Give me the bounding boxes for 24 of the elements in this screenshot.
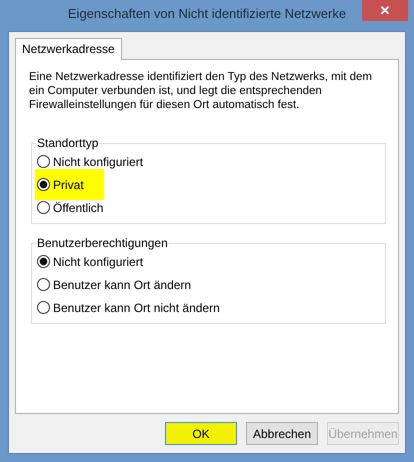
radio-label: Nicht konfiguriert	[53, 254, 144, 268]
radio-label: Privat	[53, 178, 84, 192]
radio-button[interactable]	[37, 178, 50, 191]
close-button[interactable]: ✕	[362, 0, 408, 21]
window-title: Eigenschaften von Nicht identifizierte Netzwerke	[68, 6, 346, 21]
dialog-button[interactable]: Abbrechen	[246, 422, 318, 445]
radio-button[interactable]	[37, 255, 50, 268]
radio-option[interactable]: Privat	[35, 169, 104, 200]
group-title: Benutzerberechtigungen	[36, 236, 169, 250]
radio-option[interactable]: Benutzer kann Ort ändern	[35, 273, 212, 296]
radio-label: Nicht konfiguriert	[53, 154, 144, 168]
group-title: Standorttyp	[36, 136, 100, 150]
tab[interactable]: Netzwerkadresse	[15, 38, 122, 60]
description-text: Eine Netzwerkadresse identifiziert den Typ des Netzwerks, mit dem ein Computer verbunden ist, und legt die entsprechenden Firewalleinstellungen für diesen Ort automatisch fest.	[29, 70, 374, 112]
radio-label: Benutzer kann Ort ändern	[53, 278, 192, 292]
radio-label: Öffentlich	[53, 200, 104, 214]
dialog-button[interactable]: OK	[165, 422, 237, 445]
radio-button[interactable]	[37, 201, 50, 214]
radio-button[interactable]	[37, 155, 50, 168]
radio-button[interactable]	[37, 301, 50, 314]
radio-option[interactable]: Nicht konfiguriert	[35, 250, 164, 273]
radio-option[interactable]: Benutzer kann Ort nicht ändern	[35, 296, 240, 319]
radio-button[interactable]	[37, 278, 50, 291]
radio-label: Benutzer kann Ort nicht ändern	[53, 300, 220, 314]
